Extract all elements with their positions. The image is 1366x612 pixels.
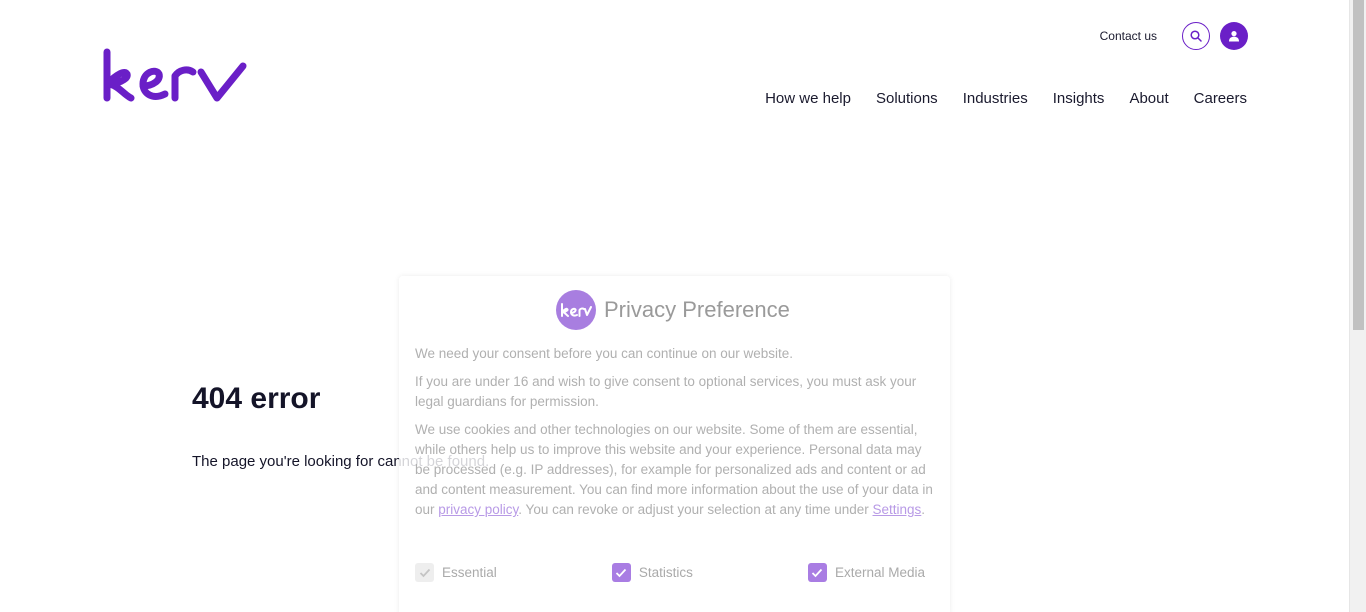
checkbox-external-media-label: External Media [834, 565, 925, 580]
checkbox-external-media-box[interactable] [807, 563, 827, 582]
consent-paragraph-1: We need your consent before you can cont… [415, 346, 793, 361]
consent-text-b: . You can revoke or adjust your selectio… [518, 502, 873, 517]
checkbox-statistics[interactable]: Statistics [611, 563, 693, 582]
main-nav: How we help Solutions Industries Insight… [765, 90, 1247, 107]
consent-header: Privacy Preference [556, 290, 790, 330]
consent-body: We need your consent before you can cont… [415, 344, 937, 528]
nav-item-about[interactable]: About [1129, 90, 1168, 107]
settings-link[interactable]: Settings [873, 502, 922, 517]
consent-logo-icon [556, 290, 596, 330]
checkbox-statistics-label: Statistics [638, 565, 693, 580]
search-button[interactable] [1182, 22, 1210, 50]
privacy-policy-link[interactable]: privacy policy [438, 502, 518, 517]
contact-us-link[interactable]: Contact us [1100, 29, 1157, 43]
scrollbar-thumb[interactable] [1353, 0, 1364, 330]
checkbox-essential-box[interactable] [415, 563, 434, 582]
checkbox-essential[interactable]: Essential [415, 563, 497, 582]
check-icon [812, 568, 823, 577]
kerv-logo[interactable] [101, 46, 249, 106]
consent-text-c: . [921, 502, 926, 517]
consent-paragraph-3: We use cookies and other technologies on… [415, 420, 937, 520]
utility-bar: Contact us [1100, 22, 1248, 50]
account-button[interactable] [1220, 22, 1248, 50]
page-scrollbar[interactable] [1349, 0, 1366, 612]
checkbox-essential-label: Essential [442, 565, 497, 580]
nav-item-solutions[interactable]: Solutions [876, 90, 938, 107]
nav-item-careers[interactable]: Careers [1194, 90, 1247, 107]
consent-title: Privacy Preference [604, 297, 790, 322]
nav-item-insights[interactable]: Insights [1053, 90, 1105, 107]
page: Contact us How we help Solutions Industr… [0, 0, 1366, 612]
check-icon [419, 568, 430, 577]
privacy-consent-dialog: Privacy Preference We need your consent … [399, 276, 950, 612]
nav-item-how-we-help[interactable]: How we help [765, 90, 851, 107]
checkbox-statistics-box[interactable] [611, 563, 631, 582]
error-title: 404 error [192, 382, 321, 415]
search-icon [1190, 30, 1202, 42]
consent-checkboxes: Essential Statistics External Media [415, 563, 925, 582]
nav-item-industries[interactable]: Industries [963, 90, 1028, 107]
check-icon [616, 568, 627, 577]
consent-paragraph-2: If you are under 16 and wish to give con… [415, 374, 917, 409]
user-icon [1229, 31, 1239, 42]
checkbox-external-media[interactable]: External Media [807, 563, 925, 582]
